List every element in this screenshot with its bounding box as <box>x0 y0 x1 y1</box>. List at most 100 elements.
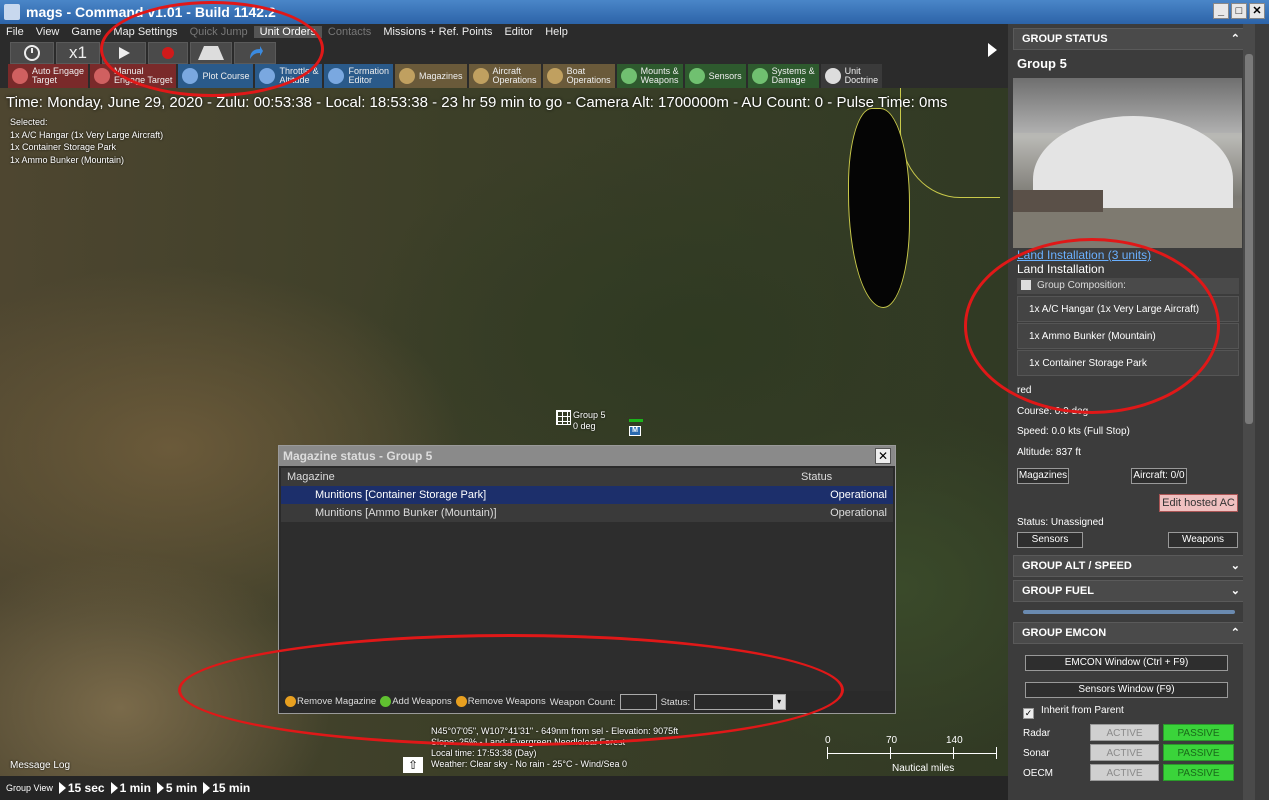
weapons-button[interactable]: Weapons <box>1168 532 1238 548</box>
toolbar-aircraft-operations-button[interactable]: Aircraft Operations <box>468 64 541 88</box>
menu-contacts[interactable]: Contacts <box>322 26 377 38</box>
edit-hosted-ac-button[interactable]: Edit hosted AC <box>1159 494 1238 512</box>
status-select[interactable]: ▾ <box>694 694 787 710</box>
inherit-checkbox[interactable]: ✓ <box>1023 708 1034 719</box>
unit-photo <box>1013 78 1242 248</box>
ground-view-button[interactable] <box>190 42 232 64</box>
sonar-passive-button[interactable]: PASSIVE <box>1163 744 1234 761</box>
minimize-button[interactable]: _ <box>1213 3 1229 19</box>
menu-unit-orders[interactable]: Unit Orders <box>253 26 322 38</box>
menu-map-settings[interactable]: Map Settings <box>107 26 183 38</box>
doctrine-icon <box>824 68 841 84</box>
maximize-button[interactable]: □ <box>1231 3 1247 19</box>
step-5-min-button[interactable]: 5 min <box>156 781 197 795</box>
panel-scrollbar[interactable] <box>1243 24 1255 800</box>
toolbar-label: Aircraft Operations <box>492 66 537 85</box>
clock-icon <box>24 45 40 61</box>
sensors-window-button[interactable]: Sensors Window (F9) <box>1025 682 1228 698</box>
step-1-min-button[interactable]: 1 min <box>110 781 151 795</box>
emcon-window-button[interactable]: EMCON Window (Ctrl + F9) <box>1025 655 1228 671</box>
target-icon <box>94 68 111 84</box>
time-compression[interactable]: x1 <box>56 42 100 64</box>
north-arrow-icon[interactable]: ⇧ <box>403 757 423 773</box>
toolbar-mounts-weapons-button[interactable]: Mounts & Weapons <box>616 64 683 88</box>
toolbar-label: Manual Engage Target <box>114 66 173 85</box>
oecm-passive-button[interactable]: PASSIVE <box>1163 764 1234 781</box>
map-unit-group[interactable]: Group 5 0 deg <box>556 410 606 431</box>
magazine-name: Munitions [Container Storage Park] <box>315 489 487 501</box>
column-magazine[interactable]: Magazine <box>287 471 335 483</box>
composition-item[interactable]: 1x Ammo Bunker (Mountain) <box>1017 323 1239 349</box>
status-line: Time: Monday, June 29, 2020 - Zulu: 00:5… <box>6 94 948 111</box>
step-15-sec-button[interactable]: 15 sec <box>58 781 105 795</box>
toolbar-magazines-button[interactable]: Magazines <box>395 64 467 88</box>
aircraft-icon <box>472 68 489 84</box>
group-emcon-header[interactable]: GROUP EMCON ⌃ <box>1013 622 1249 644</box>
play-button[interactable] <box>102 42 146 64</box>
minus-icon <box>285 696 296 708</box>
toolbar-systems-damage-button[interactable]: Systems & Damage <box>747 64 819 88</box>
altitude-label: Altitude: 837 ft <box>1017 447 1081 458</box>
sonar-active-button[interactable]: ACTIVE <box>1090 744 1159 761</box>
menu-file[interactable]: File <box>0 26 30 38</box>
oecm-active-button[interactable]: ACTIVE <box>1090 764 1159 781</box>
menu-game[interactable]: Game <box>65 26 107 38</box>
group-fuel-header[interactable]: GROUP FUEL ⌄ <box>1013 580 1249 602</box>
toolbar-throttle-altitude-button[interactable]: Throttle & Altitude <box>255 64 323 88</box>
boat-icon <box>546 68 563 84</box>
record-button[interactable] <box>148 42 188 64</box>
mission-status: Status: Unassigned <box>1017 517 1104 528</box>
message-log-tab[interactable]: Message Log <box>10 760 70 771</box>
group-status-header[interactable]: GROUP STATUS ⌃ <box>1013 28 1249 50</box>
toolbar-unit-doctrine-button[interactable]: Unit Doctrine <box>820 64 883 88</box>
toolbar-manual-engage-target-button[interactable]: Manual Engage Target <box>90 64 177 88</box>
cursor-info-line: N45°07'05", W107°41'31" - 649nm from sel… <box>431 726 679 736</box>
add-weapons-button[interactable]: Add Weapons <box>380 696 452 708</box>
toolbar-sensors-button[interactable]: Sensors <box>684 64 746 88</box>
group-composition-header[interactable]: Group Composition: <box>1017 278 1239 294</box>
menu-editor[interactable]: Editor <box>498 26 539 38</box>
composition-item[interactable]: 1x A/C Hangar (1x Very Large Aircraft) <box>1017 296 1239 322</box>
sensors-button[interactable]: Sensors <box>1017 532 1083 548</box>
menu-quick-jump[interactable]: Quick Jump <box>184 26 254 38</box>
dialog-title: Magazine status - Group 5 <box>283 449 433 463</box>
table-row[interactable]: Munitions [Ammo Bunker (Mountain)] Operat… <box>281 504 893 522</box>
radar-passive-button[interactable]: PASSIVE <box>1163 724 1234 741</box>
group-view-label[interactable]: Group View <box>6 783 53 793</box>
toolbar-auto-engage-target-button[interactable]: Auto Engage Target <box>8 64 89 88</box>
column-status[interactable]: Status <box>801 471 832 483</box>
status-label: Status: <box>660 696 691 708</box>
composition-item[interactable]: 1x Container Storage Park <box>1017 350 1239 376</box>
remove-magazine-button[interactable]: Remove Magazine <box>285 696 376 708</box>
weapon-count-input[interactable] <box>619 694 657 710</box>
aircraft-button[interactable]: Aircraft: 0/0 <box>1131 468 1187 484</box>
menu-view[interactable]: View <box>30 26 66 38</box>
installation-link[interactable]: Land Installation (3 units) <box>1017 248 1151 262</box>
magazines-button[interactable]: Magazines <box>1017 468 1069 484</box>
step-15-min-button[interactable]: 15 min <box>203 781 250 795</box>
remove-weapons-button[interactable]: Remove Weapons <box>455 696 546 708</box>
magazine-marker[interactable]: M <box>629 419 643 438</box>
scale-unit: Nautical miles <box>892 763 955 774</box>
scale-tick: 70 <box>886 735 898 746</box>
toolbar-plot-course-button[interactable]: Plot Course <box>178 64 254 88</box>
menu-missions-ref-points[interactable]: Missions + Ref. Points <box>377 26 498 38</box>
dialog-close-button[interactable]: ✕ <box>875 448 891 464</box>
group-name: Group 5 <box>1017 56 1067 71</box>
jump-button[interactable] <box>234 42 276 64</box>
toolbar-boat-operations-button[interactable]: Boat Operations <box>542 64 615 88</box>
expand-toolbar-icon[interactable] <box>986 42 1000 60</box>
throttle-icon <box>259 68 276 84</box>
toolbar-formation-editor-button[interactable]: Formation Editor <box>324 64 393 88</box>
close-button[interactable]: ✕ <box>1249 3 1265 19</box>
unit-heading: 0 deg <box>573 421 596 431</box>
group-alt-speed-header[interactable]: GROUP ALT / SPEED ⌄ <box>1013 555 1249 577</box>
scale-tick: 0 <box>825 735 831 746</box>
table-row[interactable]: Munitions [Container Storage Park] Operat… <box>281 486 893 504</box>
clock-button[interactable] <box>10 42 54 64</box>
scrollbar-thumb[interactable] <box>1245 54 1253 424</box>
radar-active-button[interactable]: ACTIVE <box>1090 724 1159 741</box>
toolbar-label: Throttle & Altitude <box>279 66 319 85</box>
bottom-bar: Group View 15 sec 1 min 5 min 15 min <box>0 776 1008 800</box>
menu-help[interactable]: Help <box>539 26 574 38</box>
